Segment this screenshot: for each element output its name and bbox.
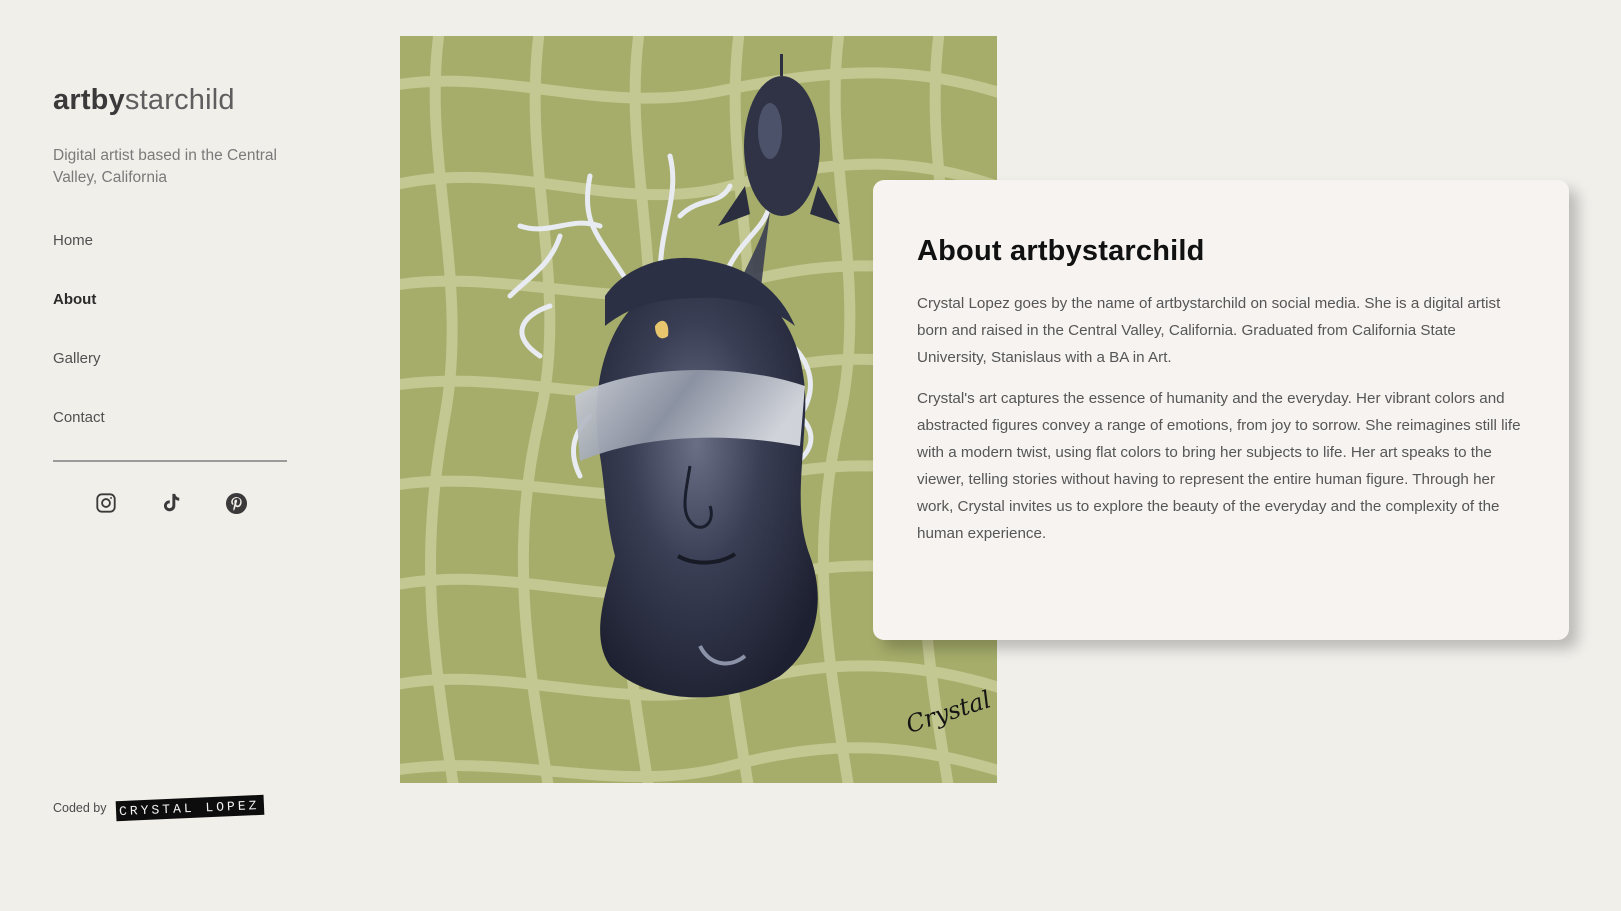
logo-light-part: starchild	[124, 84, 235, 116]
about-paragraph-1: Crystal Lopez goes by the name of artbys…	[917, 295, 1501, 366]
site-credit: Coded by CRYSTAL LOPEZ	[53, 794, 265, 822]
sidebar-divider	[53, 460, 287, 462]
about-paragraph-2: Crystal's art captures the essence of hu…	[917, 390, 1521, 542]
tiktok-icon	[163, 493, 180, 512]
sidebar: artbystarchild Digital artist based in t…	[53, 0, 293, 911]
site-logo[interactable]: artbystarchild	[53, 84, 235, 117]
nav-item-gallery[interactable]: Gallery	[53, 350, 293, 409]
nav-item-about[interactable]: About	[53, 291, 293, 350]
instagram-icon	[96, 493, 116, 513]
site-tagline: Digital artist based in the Central Vall…	[53, 147, 278, 186]
logo-bold-part: artby	[53, 84, 125, 116]
page: artbystarchild Digital artist based in t…	[0, 0, 1621, 911]
credit-author-tag[interactable]: CRYSTAL LOPEZ	[115, 794, 265, 822]
instagram-link[interactable]	[93, 490, 119, 516]
main-nav: Home About Gallery Contact	[53, 232, 293, 468]
pinterest-icon	[225, 492, 247, 514]
pinterest-link[interactable]	[223, 490, 249, 516]
social-links	[93, 490, 249, 516]
nav-item-home[interactable]: Home	[53, 232, 293, 291]
tiktok-link[interactable]	[158, 490, 184, 516]
about-card: About artbystarchild Crystal Lopez goes …	[873, 180, 1569, 640]
credit-label: Coded by	[53, 801, 107, 815]
about-title: About artbystarchild	[917, 235, 1205, 267]
